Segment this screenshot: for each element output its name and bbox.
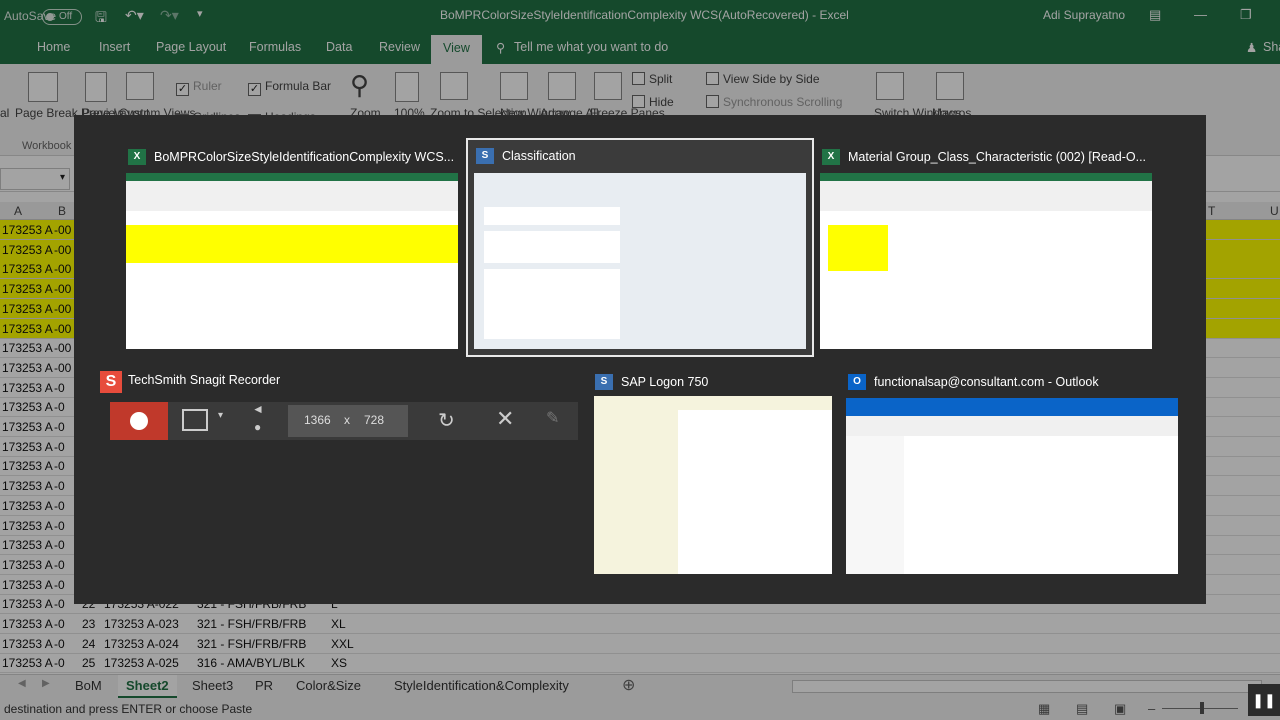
thumb-titlebar (846, 398, 1178, 416)
record-icon (130, 412, 148, 430)
window-title-bar: X Material Group_Class_Characteristic (0… (818, 145, 1156, 171)
thumb-panel (484, 207, 620, 225)
window-title-bar: S Classification (472, 144, 808, 170)
edit-icon[interactable]: ✎ (546, 408, 559, 428)
thumb-ribbon (126, 181, 458, 211)
window-title-bar: S SAP Logon 750 (591, 370, 831, 396)
window-title: BoMPRColorSizeStyleIdentificationComplex… (154, 150, 455, 164)
window-excel-bom[interactable]: X BoMPRColorSizeStyleIdentificationCompl… (124, 145, 462, 355)
window-title-bar: X BoMPRColorSizeStyleIdentificationCompl… (124, 145, 462, 171)
window-thumbnail (846, 398, 1178, 574)
webcam-icon[interactable] (182, 409, 208, 431)
window-title: Material Group_Class_Characteristic (002… (848, 150, 1147, 164)
thumb-titlebar (820, 173, 1152, 181)
window-snagit-recorder[interactable]: S TechSmith Snagit Recorder ▾ ◄ ● ↻ ✕ ✎ … (98, 368, 578, 448)
window-thumbnail (594, 396, 832, 574)
window-title-bar: O functionalsap@consultant.com - Outlook (844, 370, 1178, 396)
window-title: Classification (502, 149, 576, 163)
window-title: functionalsap@consultant.com - Outlook (874, 375, 1099, 389)
thumb-list-panel (678, 410, 832, 574)
record-button[interactable] (110, 402, 168, 440)
thumb-ribbon (846, 416, 1178, 436)
thumb-panel (484, 231, 620, 263)
speaker-icon[interactable]: ◄ (252, 402, 264, 416)
snagit-icon: S (100, 371, 122, 393)
thumb-panel (484, 269, 620, 339)
window-excel-material-group[interactable]: X Material Group_Class_Characteristic (0… (818, 145, 1156, 355)
reset-icon[interactable]: ↻ (438, 408, 455, 433)
pause-icon[interactable]: ❚❚ (1248, 684, 1280, 716)
dropdown-icon[interactable]: ▾ (218, 410, 223, 421)
close-icon[interactable]: ✕ (496, 406, 514, 432)
thumb-ribbon (820, 181, 1152, 211)
capture-size: 1366 x 728 (288, 405, 408, 437)
window-thumbnail (126, 173, 458, 349)
window-classification[interactable]: S Classification (466, 138, 814, 357)
capture-size-separator: x (344, 413, 350, 427)
thumb-titlebar (126, 173, 458, 181)
excel-icon: X (128, 149, 146, 165)
window-title: SAP Logon 750 (621, 375, 709, 389)
task-switcher: X BoMPRColorSizeStyleIdentificationCompl… (74, 115, 1206, 604)
window-thumbnail (820, 173, 1152, 349)
microphone-icon[interactable]: ● (254, 420, 261, 434)
window-title: TechSmith Snagit Recorder (128, 373, 281, 387)
sap-icon: S (476, 148, 494, 164)
excel-icon: X (822, 149, 840, 165)
window-outlook[interactable]: O functionalsap@consultant.com - Outlook (844, 370, 1178, 580)
window-sap-logon[interactable]: S SAP Logon 750 (591, 370, 832, 580)
thumb-highlighted-rows (126, 225, 458, 263)
thumb-folder-pane (846, 436, 904, 574)
thumb-highlighted-cells (828, 225, 888, 271)
capture-width[interactable]: 1366 (304, 413, 331, 427)
window-thumbnail (474, 173, 806, 349)
sap-icon: S (595, 374, 613, 390)
outlook-icon: O (848, 374, 866, 390)
capture-height[interactable]: 728 (364, 413, 384, 427)
